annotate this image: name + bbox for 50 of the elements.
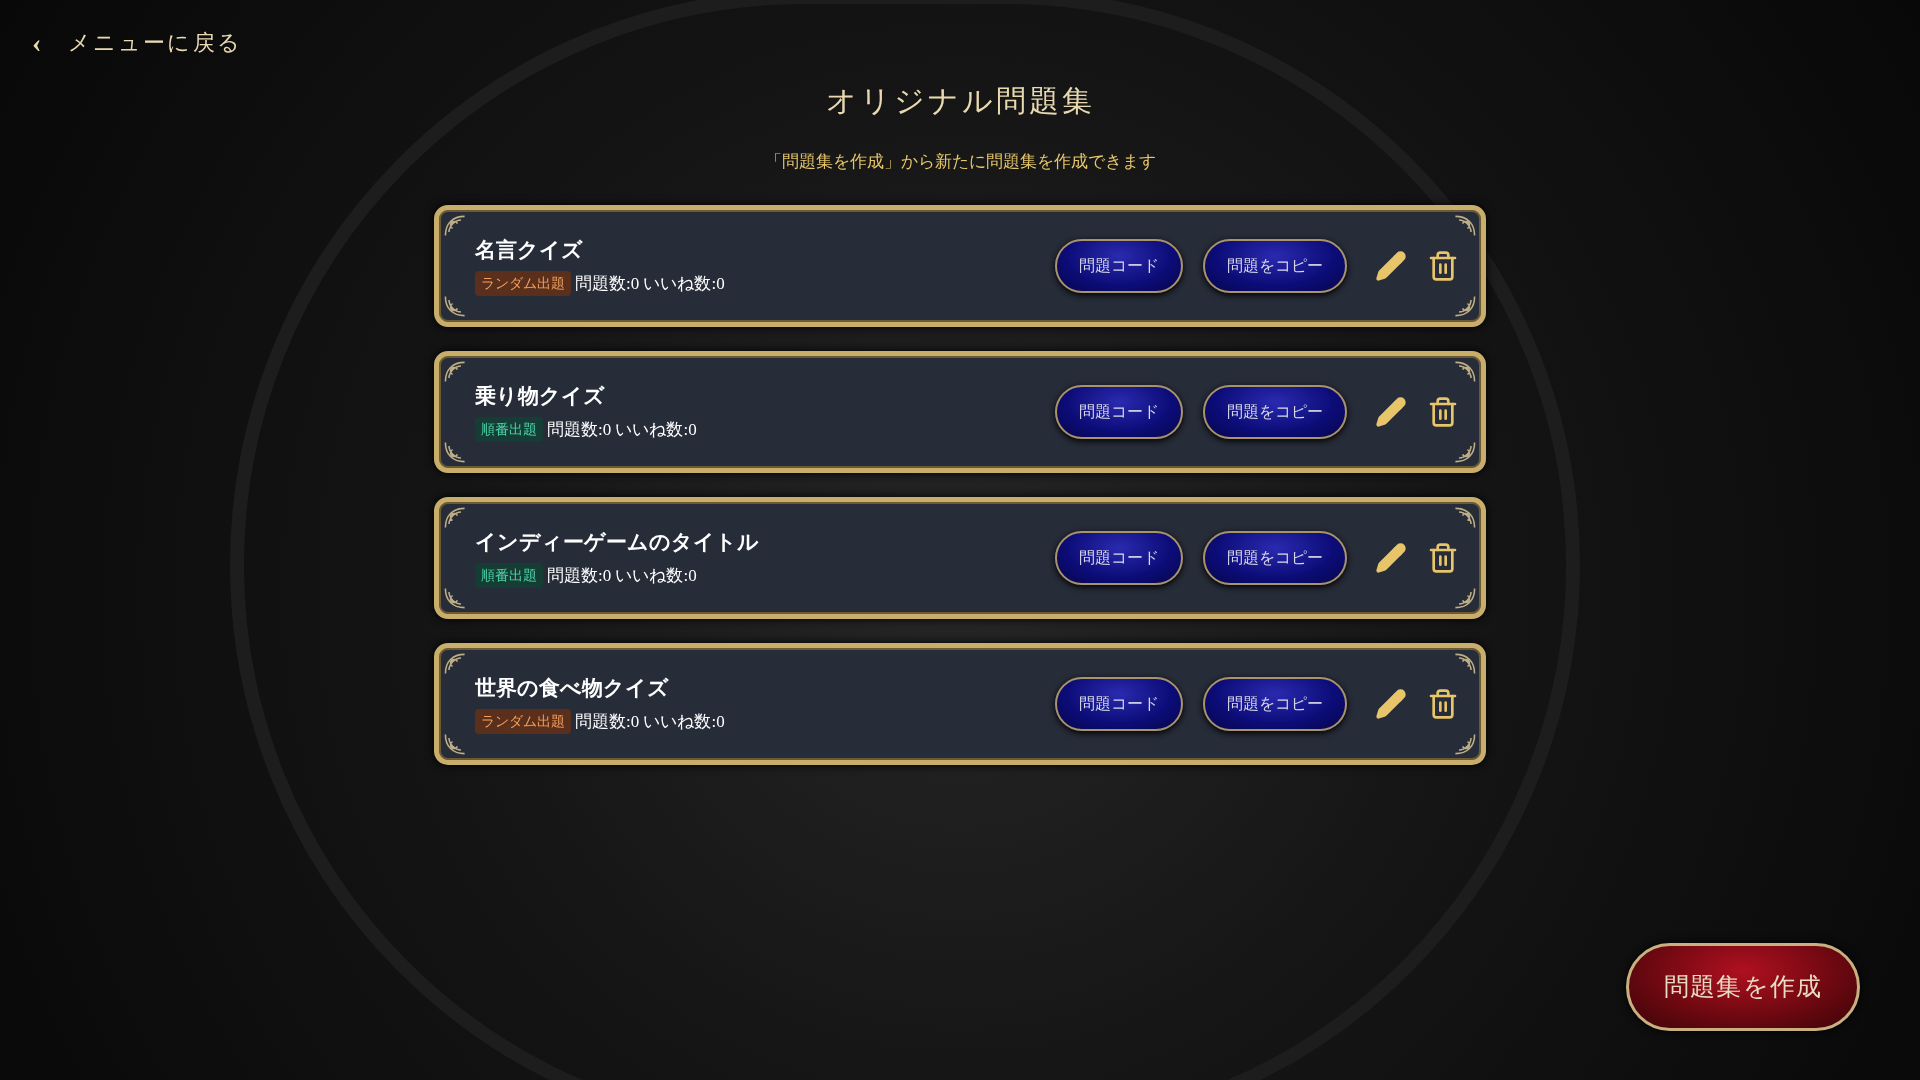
ornament-icon xyxy=(443,585,467,610)
delete-icon[interactable] xyxy=(1427,541,1459,574)
quiz-set-stats: 問題数:0 いいね数:0 xyxy=(547,418,697,441)
ornament-icon xyxy=(1453,731,1477,756)
back-link[interactable]: ‹ メニューに戻る xyxy=(32,26,242,59)
quiz-set-button[interactable]: 問題コード xyxy=(1055,676,1183,731)
delete-icon[interactable] xyxy=(1427,249,1459,282)
ornament-icon xyxy=(443,731,467,756)
ornament-icon xyxy=(1453,359,1477,384)
quiz-set-button[interactable]: 問題をコピー xyxy=(1203,238,1347,293)
ornament-icon xyxy=(1453,585,1477,610)
ornament-icon xyxy=(443,293,467,318)
edit-icon[interactable] xyxy=(1375,687,1407,720)
ornament-icon xyxy=(1453,293,1477,318)
create-set-button[interactable]: 問題集を作成 xyxy=(1626,943,1860,1031)
delete-icon[interactable] xyxy=(1427,687,1459,720)
quiz-set-title: 世界の食べ物クイズ xyxy=(475,675,670,702)
quiz-set-button[interactable]: 問題をコピー xyxy=(1203,530,1347,585)
quiz-set-stats: 問題数:0 いいね数:0 xyxy=(575,710,725,733)
page-title: オリジナル問題集 xyxy=(825,83,1095,119)
back-label: メニューに戻る xyxy=(67,29,242,57)
ornament-icon xyxy=(1453,505,1477,530)
page-subtitle: 「問題集を作成」から新たに問題集を作成できます xyxy=(764,151,1156,173)
edit-icon[interactable] xyxy=(1375,541,1407,574)
ornament-icon xyxy=(443,213,467,238)
quiz-set-stats: 問題数:0 いいね数:0 xyxy=(575,272,725,295)
ornament-icon xyxy=(443,505,467,530)
quiz-set-button[interactable]: 問題をコピー xyxy=(1203,384,1347,439)
delete-icon[interactable] xyxy=(1427,395,1459,428)
ornament-icon xyxy=(1453,439,1477,464)
edit-icon[interactable] xyxy=(1375,249,1407,282)
quiz-set-title: 乗り物クイズ xyxy=(475,383,606,410)
mode-tag: ランダム出題 xyxy=(475,270,571,296)
mode-tag: ランダム出題 xyxy=(475,708,571,734)
mode-tag: 順番出題 xyxy=(475,562,543,588)
back-arrow-icon: ‹ xyxy=(32,28,44,57)
quiz-set-button[interactable]: 問題コード xyxy=(1055,384,1183,439)
quiz-set-button[interactable]: 問題コード xyxy=(1055,530,1183,585)
ornament-icon xyxy=(443,439,467,464)
edit-icon[interactable] xyxy=(1375,395,1407,428)
quiz-set-button[interactable]: 問題をコピー xyxy=(1203,676,1347,731)
mode-tag: 順番出題 xyxy=(475,416,543,442)
ornament-icon xyxy=(443,359,467,384)
ornament-icon xyxy=(1453,651,1477,676)
quiz-set-title: 名言クイズ xyxy=(475,237,584,264)
quiz-set-stats: 問題数:0 いいね数:0 xyxy=(547,564,697,587)
ornament-icon xyxy=(1453,213,1477,238)
quiz-set-title: インディーゲームのタイトル xyxy=(475,529,760,556)
ornament-icon xyxy=(443,651,467,676)
quiz-set-button[interactable]: 問題コード xyxy=(1055,238,1183,293)
